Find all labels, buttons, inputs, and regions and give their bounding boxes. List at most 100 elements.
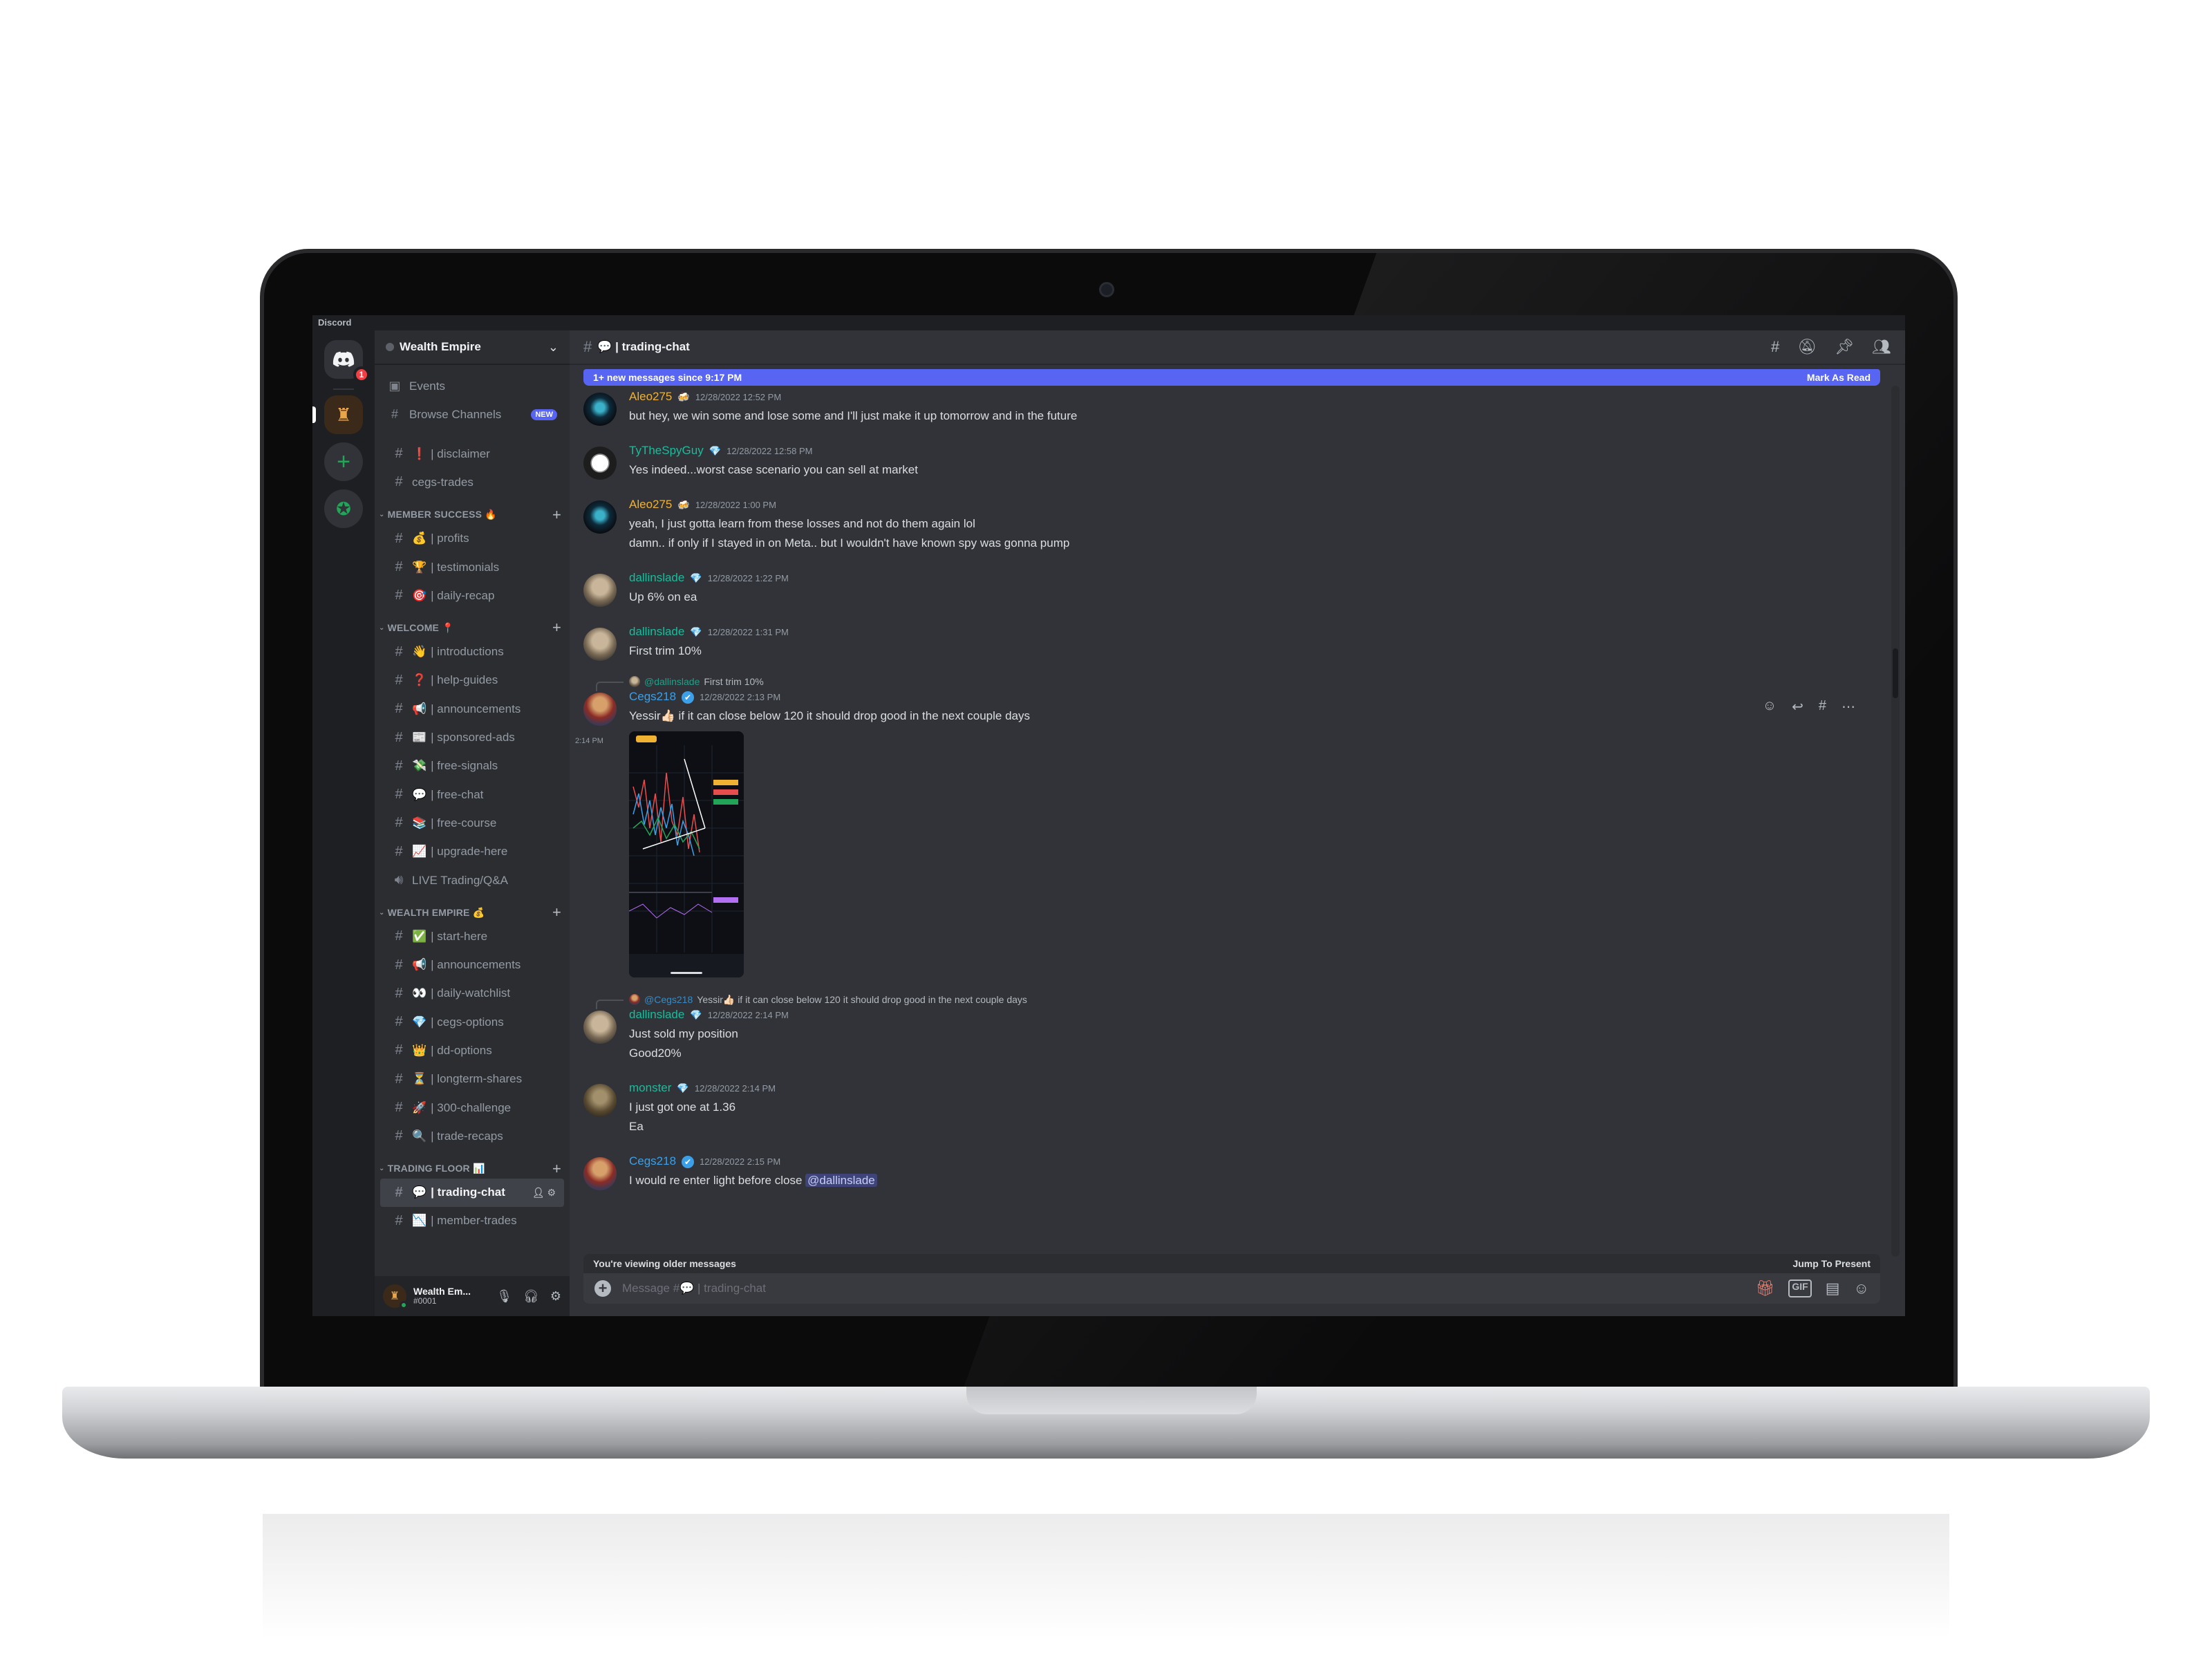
channel-item[interactable]: # 🎯 | daily-recap bbox=[380, 581, 564, 610]
gear-icon[interactable]: ⚙ bbox=[550, 1289, 561, 1304]
mark-as-read-button[interactable]: Mark As Read bbox=[1807, 372, 1871, 383]
avatar[interactable] bbox=[583, 1084, 617, 1117]
microphone-icon[interactable]: 🎙︎ bbox=[496, 1289, 512, 1304]
channel-item[interactable]: # 👀 | daily-watchlist bbox=[380, 980, 564, 1008]
channel-item[interactable]: # 📈 | upgrade-here bbox=[380, 838, 564, 866]
pin-icon[interactable]: 📌︎ bbox=[1835, 338, 1854, 356]
hash-icon: # bbox=[395, 1212, 403, 1228]
sticker-icon[interactable]: ▤ bbox=[1826, 1280, 1840, 1297]
message[interactable]: monster 💎 12/28/2022 2:14 PM I just got one… bbox=[570, 1081, 1883, 1136]
channel-item[interactable]: # cegs-trades bbox=[380, 468, 564, 496]
channel-item[interactable]: # 💎 | cegs-options bbox=[380, 1008, 564, 1036]
channel-item[interactable]: # 👑 | dd-options bbox=[380, 1036, 564, 1065]
home-button[interactable]: 1 bbox=[324, 340, 370, 383]
reply-icon[interactable]: ↩ bbox=[1792, 698, 1803, 715]
channel-item[interactable]: # 💰 | profits bbox=[380, 525, 564, 553]
channel-item[interactable]: # 💸 | free-signals bbox=[380, 752, 564, 780]
scrollbar-track[interactable] bbox=[1891, 386, 1900, 1257]
gif-icon[interactable]: GIF bbox=[1788, 1280, 1812, 1297]
message[interactable]: Cegs218 ✔ 12/28/2022 2:15 PM I would re ent… bbox=[570, 1154, 1883, 1190]
message-input[interactable] bbox=[622, 1282, 1756, 1295]
avatar[interactable] bbox=[583, 447, 617, 480]
gift-icon[interactable]: 🎁︎ bbox=[1755, 1280, 1774, 1297]
channel-item[interactable]: # 💬 | free-chat bbox=[380, 780, 564, 809]
avatar[interactable] bbox=[583, 393, 617, 426]
message-author[interactable]: Aleo275 bbox=[629, 390, 672, 404]
channel-item[interactable]: # ❗ | disclaimer bbox=[380, 440, 564, 468]
channel-item[interactable]: # ⏳ | longterm-shares bbox=[380, 1065, 564, 1094]
message-author[interactable]: dallinslade bbox=[629, 1008, 684, 1022]
message[interactable]: TyTheSpyGuy 💎 12/28/2022 12:58 PM Yes indee… bbox=[570, 444, 1883, 480]
channel-item[interactable]: # ✅ | start-here bbox=[380, 922, 564, 950]
laptop-notch bbox=[966, 1387, 1257, 1414]
more-options-icon[interactable]: ⋯ bbox=[1841, 698, 1855, 715]
guild-name: Wealth Empire bbox=[400, 340, 481, 353]
channel-emoji: 💬 bbox=[412, 1185, 427, 1199]
reply-reference[interactable]: @dallinslade First trim 10% bbox=[596, 673, 1855, 691]
message-author[interactable]: monster bbox=[629, 1081, 671, 1095]
upload-plus-button[interactable]: + bbox=[594, 1280, 611, 1297]
jump-to-present-button[interactable]: Jump To Present bbox=[1792, 1258, 1871, 1269]
category-header[interactable]: ⌄ WEALTH EMPIRE 💰 + bbox=[375, 894, 570, 922]
category-header[interactable]: ⌄ WELCOME 📍 + bbox=[375, 610, 570, 637]
channel-item[interactable]: # 🏆 | testimonials bbox=[380, 553, 564, 581]
message-author[interactable]: dallinslade bbox=[629, 571, 684, 585]
nav-events[interactable]: ▣ Events bbox=[375, 372, 570, 400]
emoji-icon[interactable]: ☺ bbox=[1854, 1280, 1869, 1297]
message-author[interactable]: Cegs218 bbox=[629, 690, 676, 704]
message[interactable]: Aleo275 🍻 12/28/2022 1:00 PM yeah, I just g… bbox=[570, 498, 1883, 553]
message[interactable]: Aleo275 🍻 12/28/2022 12:52 PM but hey, we w… bbox=[570, 390, 1883, 426]
avatar[interactable] bbox=[583, 574, 617, 607]
message-author[interactable]: Aleo275 bbox=[629, 498, 672, 512]
image-attachment[interactable] bbox=[629, 731, 744, 977]
server-icon-wealth-empire[interactable]: ♜ bbox=[324, 395, 363, 434]
new-messages-bar[interactable]: 1+ new messages since 9:17 PM Mark As Re… bbox=[583, 369, 1880, 386]
older-messages-text: You're viewing older messages bbox=[593, 1258, 736, 1269]
channel-item[interactable]: # 📢 | announcements bbox=[380, 695, 564, 723]
headphones-icon[interactable]: 🎧︎ bbox=[523, 1289, 539, 1304]
reply-reference[interactable]: @Cegs218 Yessir👍🏻 if it can close below 1… bbox=[596, 991, 1855, 1009]
message-author[interactable]: dallinslade bbox=[629, 625, 684, 639]
message[interactable]: @dallinslade First trim 10% Cegs218 ✔ 12/28/… bbox=[570, 673, 1883, 977]
message-author[interactable]: Cegs218 bbox=[629, 1154, 676, 1168]
add-channel-icon[interactable]: + bbox=[552, 1160, 561, 1178]
channel-item[interactable]: # ❓ | help-guides bbox=[380, 666, 564, 695]
message[interactable]: dallinslade 💎 12/28/2022 1:31 PM First trim… bbox=[570, 625, 1883, 661]
scrollbar-thumb[interactable] bbox=[1893, 648, 1898, 698]
channel-item[interactable]: # 🔍 | trade-recaps bbox=[380, 1122, 564, 1150]
channel-item[interactable]: # 📉 | member-trades bbox=[380, 1207, 564, 1235]
create-thread-icon[interactable]: # bbox=[1819, 698, 1826, 715]
threads-icon[interactable]: # bbox=[1771, 338, 1779, 356]
avatar[interactable] bbox=[583, 628, 617, 661]
add-channel-icon[interactable]: + bbox=[552, 506, 561, 524]
avatar[interactable] bbox=[583, 1011, 617, 1044]
add-server-button[interactable]: + bbox=[324, 442, 363, 481]
message[interactable]: @Cegs218 Yessir👍🏻 if it can close below 1… bbox=[570, 991, 1883, 1063]
channel-item[interactable]: # 🚀 | 300-challenge bbox=[380, 1094, 564, 1122]
role-badge-icon: 💎 bbox=[690, 626, 702, 637]
message[interactable]: dallinslade 💎 12/28/2022 1:22 PM Up 6% on e… bbox=[570, 571, 1883, 607]
add-channel-icon[interactable]: + bbox=[552, 619, 561, 637]
avatar[interactable]: ♜ bbox=[383, 1284, 408, 1309]
bell-muted-icon[interactable]: 🔕︎ bbox=[1797, 338, 1817, 356]
channel-settings-icon[interactable]: 👤︎ ⚙ bbox=[532, 1187, 556, 1199]
message-author[interactable]: TyTheSpyGuy bbox=[629, 444, 704, 458]
channel-item[interactable]: 🔊︎ LIVE Trading/Q&A bbox=[380, 866, 564, 894]
channel-item[interactable]: # 💬 | trading-chat 👤︎ ⚙ bbox=[380, 1178, 564, 1207]
guild-header[interactable]: Wealth Empire ⌄ bbox=[375, 330, 570, 365]
avatar[interactable] bbox=[583, 500, 617, 534]
category-header[interactable]: ⌄ MEMBER SUCCESS 🔥 + bbox=[375, 497, 570, 525]
category-header[interactable]: ⌄ TRADING FLOOR 📊 + bbox=[375, 1151, 570, 1179]
member-list-icon[interactable]: 👥︎ bbox=[1872, 338, 1891, 356]
channel-item[interactable]: # 📚 | free-course bbox=[380, 809, 564, 837]
explore-servers-button[interactable]: ✪ bbox=[324, 489, 363, 528]
channel-item[interactable]: # 📰 | sponsored-ads bbox=[380, 723, 564, 751]
channel-item[interactable]: # 📢 | announcements bbox=[380, 950, 564, 979]
add-channel-icon[interactable]: + bbox=[552, 903, 561, 921]
avatar[interactable] bbox=[583, 693, 617, 726]
avatar[interactable] bbox=[583, 1157, 617, 1190]
nav-browse-channels[interactable]: # Browse Channels NEW bbox=[375, 400, 570, 429]
add-reaction-icon[interactable]: ☺ bbox=[1763, 698, 1777, 715]
user-mention[interactable]: @dallinslade bbox=[805, 1174, 877, 1187]
channel-item[interactable]: # 👋 | introductions bbox=[380, 637, 564, 666]
